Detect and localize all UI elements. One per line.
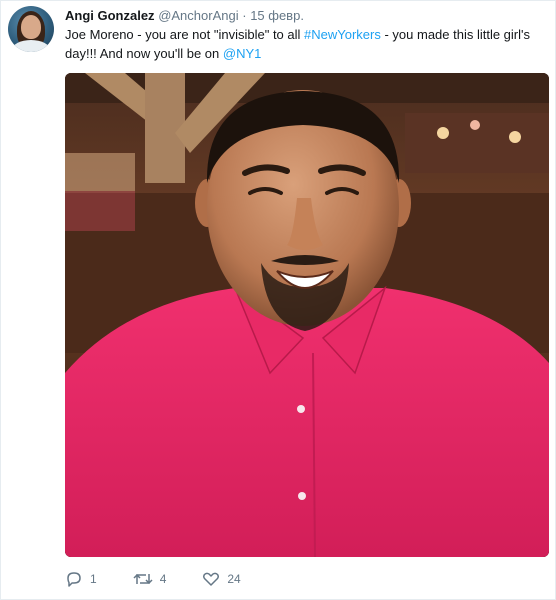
- tweet-date[interactable]: 15 февр.: [250, 8, 304, 23]
- retweet-count: 4: [159, 572, 167, 586]
- like-count: 24: [227, 572, 241, 586]
- photo-illustration: [65, 73, 549, 557]
- reply-action[interactable]: 1: [65, 570, 97, 588]
- tweet-header: Angi Gonzalez @AnchorAngi · 15 февр.: [65, 7, 304, 25]
- hashtag-link[interactable]: #NewYorkers: [304, 27, 381, 42]
- like-action[interactable]: 24: [202, 570, 241, 588]
- shirt-button: [298, 492, 306, 500]
- avatar-body: [12, 40, 50, 52]
- lamp-light: [470, 120, 480, 130]
- wood-post: [145, 73, 185, 183]
- avatar-face: [21, 15, 41, 39]
- avatar[interactable]: [8, 6, 54, 52]
- author-name[interactable]: Angi Gonzalez: [65, 8, 155, 23]
- tweet-photo[interactable]: [65, 73, 549, 557]
- retweet-action[interactable]: 4: [133, 570, 167, 588]
- shirt-button: [297, 405, 305, 413]
- lamp-light: [509, 131, 521, 143]
- booth-cushion: [65, 191, 135, 231]
- lamp-light: [437, 127, 449, 139]
- reply-icon: [67, 572, 81, 587]
- retweet-icon: [133, 573, 153, 585]
- tweet-card[interactable]: Angi Gonzalez @AnchorAngi · 15 февр. Joe…: [0, 0, 556, 600]
- tweet-text: Joe Moreno - you are not "invisible" to …: [65, 25, 535, 63]
- author-handle[interactable]: @AnchorAngi: [158, 8, 238, 23]
- mention-link[interactable]: @NY1: [223, 46, 262, 61]
- tweet-actions: 1 4 24: [65, 569, 277, 589]
- heart-icon: [203, 572, 220, 586]
- tweet-text-part: Joe Moreno - you are not "invisible" to …: [65, 27, 305, 42]
- header-separator: ·: [242, 8, 247, 23]
- reply-count: 1: [90, 572, 97, 586]
